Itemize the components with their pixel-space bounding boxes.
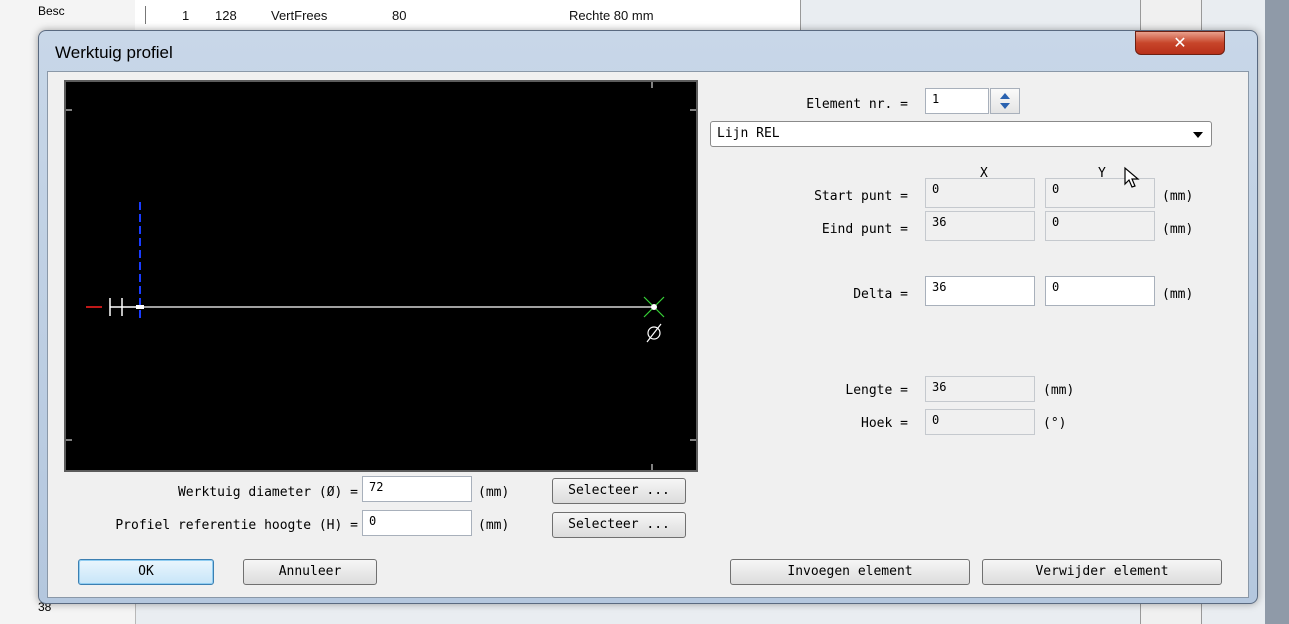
end-point	[651, 304, 657, 310]
element-type-value: Lijn REL	[717, 126, 780, 141]
eind-y-field: 0	[1045, 211, 1155, 241]
delta-y-input[interactable]: 0	[1045, 276, 1155, 306]
row-nr: 1	[182, 8, 190, 23]
lengte-unit: (mm)	[1043, 383, 1075, 398]
select-diameter-button[interactable]: Selecteer ...	[552, 478, 686, 504]
hoek-unit: (°)	[1043, 416, 1067, 431]
diameter-input[interactable]: 72	[362, 476, 472, 502]
delta-unit: (mm)	[1162, 287, 1194, 302]
hoek-label: Hoek =	[861, 416, 908, 431]
element-nr-input[interactable]: 1	[925, 88, 989, 114]
close-button[interactable]: ✕	[1135, 31, 1225, 55]
hoogte-label: Profiel referentie hoogte (H) =	[115, 518, 358, 533]
insert-element-button[interactable]: Invoegen element	[730, 559, 970, 585]
row-value: 80	[392, 8, 407, 23]
diameter-unit: (mm)	[478, 485, 510, 500]
table-row[interactable]: 1 128 VertFrees 80 Rechte 80 mm	[135, 4, 800, 26]
diameter-label: Werktuig diameter (Ø) =	[177, 485, 358, 500]
spinner-up-icon[interactable]	[1000, 93, 1010, 99]
row-code: 128	[215, 8, 237, 23]
eind-punt-label: Eind punt =	[821, 222, 908, 237]
background-scroll-edge	[1265, 0, 1289, 624]
element-nr-spinner[interactable]	[990, 88, 1020, 114]
select-hoogte-button[interactable]: Selecteer ...	[552, 512, 686, 538]
ok-button[interactable]: OK	[78, 559, 214, 585]
element-type-select[interactable]: Lijn REL	[710, 121, 1212, 147]
mouse-pointer-icon	[1124, 166, 1140, 188]
eind-unit: (mm)	[1162, 222, 1194, 237]
werktuig-profiel-dialog: Werktuig profiel ✕ Werktuig diameter (Ø)…	[38, 30, 1258, 604]
spinner-down-icon[interactable]	[1000, 103, 1010, 109]
element-nr-label: Element nr. =	[806, 97, 908, 112]
close-icon: ✕	[1173, 33, 1187, 52]
cancel-button[interactable]: Annuleer	[243, 559, 377, 585]
row-description: Rechte 80 mm	[569, 8, 654, 23]
dialog-title: Werktuig profiel	[55, 43, 173, 62]
delta-label: Delta =	[853, 287, 908, 302]
profile-drawing	[66, 82, 696, 470]
background-column-label: Besc	[38, 4, 65, 18]
start-punt-label: Start punt =	[814, 189, 908, 204]
delete-element-button[interactable]: Verwijder element	[982, 559, 1222, 585]
hoogte-input[interactable]: 0	[362, 510, 472, 536]
hoogte-unit: (mm)	[478, 518, 510, 533]
lengte-label: Lengte =	[845, 383, 908, 398]
start-unit: (mm)	[1162, 189, 1194, 204]
chevron-down-icon	[1193, 132, 1203, 138]
delta-x-input[interactable]: 36	[925, 276, 1035, 306]
dialog-client-area: Werktuig diameter (Ø) = 72 (mm) Selectee…	[47, 71, 1249, 598]
profile-canvas[interactable]	[64, 80, 698, 472]
row-type: VertFrees	[271, 8, 328, 23]
hoek-field: 0	[925, 409, 1035, 435]
eind-x-field: 36	[925, 211, 1035, 241]
lengte-field: 36	[925, 376, 1035, 402]
start-x-field: 0	[925, 178, 1035, 208]
